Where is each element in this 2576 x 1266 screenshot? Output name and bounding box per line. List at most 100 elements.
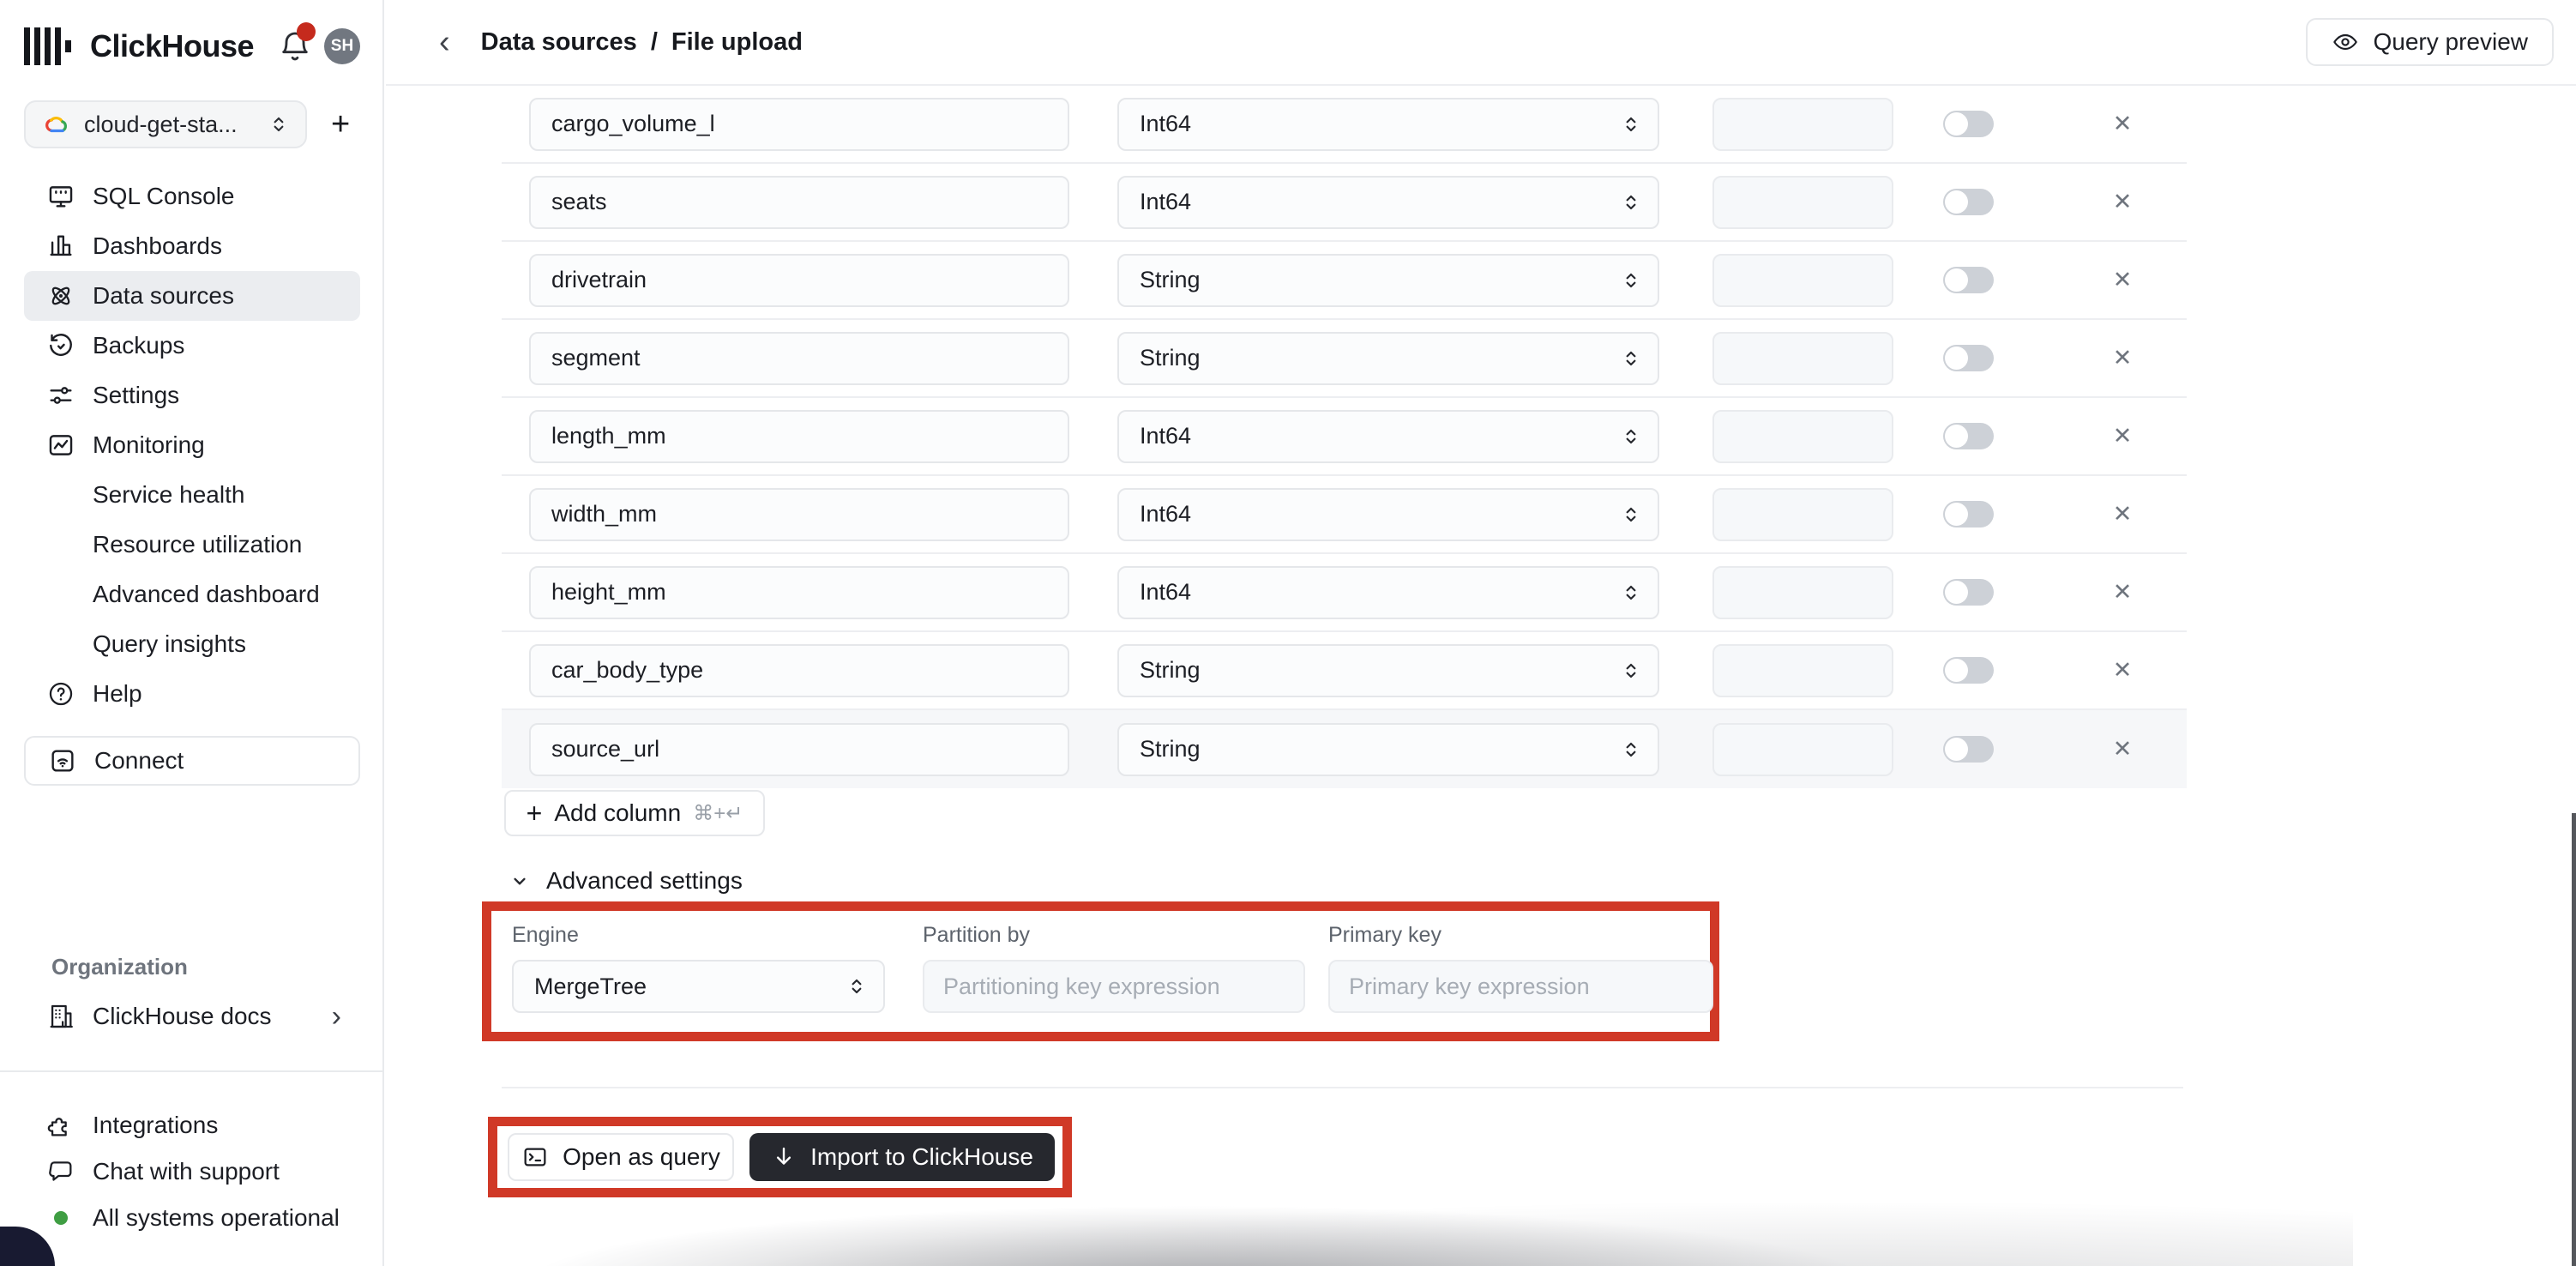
sql-console-icon (46, 182, 75, 211)
primary-key-field: Primary key (1328, 923, 1713, 1032)
notifications-button[interactable] (278, 27, 312, 65)
sidebar-item-system-status[interactable]: All systems operational (24, 1195, 360, 1241)
sidebar-item-resource-utilization[interactable]: Resource utilization (24, 520, 360, 570)
remove-column-button[interactable]: ✕ (2105, 189, 2140, 215)
remove-column-button[interactable]: ✕ (2105, 501, 2140, 528)
add-column-button[interactable]: + Add column ⌘+↵ (504, 790, 765, 836)
remove-column-button[interactable]: ✕ (2105, 423, 2140, 449)
column-name-input[interactable] (529, 644, 1069, 697)
toggle-knob (1945, 190, 1968, 214)
primary-key-label: Primary key (1328, 923, 1713, 948)
column-name-input[interactable] (529, 176, 1069, 229)
column-type-value: Int64 (1140, 579, 1620, 606)
section-divider (502, 1087, 2183, 1088)
sidebar-item-data-sources[interactable]: Data sources (24, 271, 360, 321)
column-type-select[interactable]: Int64 (1117, 566, 1659, 619)
avatar[interactable]: SH (324, 28, 360, 64)
table-row: Int64 ✕ (502, 398, 2187, 476)
nullable-toggle[interactable] (1943, 345, 1994, 371)
dashboards-icon (46, 232, 75, 261)
select-chevrons-icon (1620, 347, 1642, 370)
select-chevrons-icon (1620, 738, 1642, 761)
column-type-select[interactable]: Int64 (1117, 98, 1659, 151)
nullable-toggle[interactable] (1943, 189, 1994, 215)
sidebar-item-monitoring[interactable]: Monitoring (24, 420, 360, 470)
connect-button[interactable]: Connect (24, 736, 360, 786)
select-chevrons-icon (1620, 113, 1642, 136)
sidebar-item-dashboards[interactable]: Dashboards (24, 221, 360, 271)
default-value-input[interactable] (1712, 723, 1893, 776)
sidebar-item-advanced-dashboard[interactable]: Advanced dashboard (24, 570, 360, 619)
logo-text: ClickHouse (90, 28, 254, 64)
column-name-input[interactable] (529, 98, 1069, 151)
service-name: cloud-get-sta... (84, 112, 268, 138)
nullable-toggle[interactable] (1943, 267, 1994, 293)
default-value-input[interactable] (1712, 566, 1893, 619)
column-name-input[interactable] (529, 566, 1069, 619)
column-type-select[interactable]: String (1117, 332, 1659, 385)
nullable-toggle[interactable] (1943, 423, 1994, 449)
remove-column-button[interactable]: ✕ (2105, 111, 2140, 137)
toggle-knob (1945, 425, 1968, 448)
remove-column-button[interactable]: ✕ (2105, 267, 2140, 293)
select-chevrons-icon (1620, 191, 1642, 214)
column-type-select[interactable]: Int64 (1117, 176, 1659, 229)
nullable-toggle[interactable] (1943, 579, 1994, 606)
sidebar-item-help[interactable]: Help (24, 669, 360, 719)
column-type-select[interactable]: Int64 (1117, 410, 1659, 463)
column-name-input[interactable] (529, 723, 1069, 776)
sidebar-item-settings[interactable]: Settings (24, 371, 360, 420)
default-value-input[interactable] (1712, 254, 1893, 307)
remove-column-button[interactable]: ✕ (2105, 657, 2140, 684)
query-preview-button[interactable]: Query preview (2306, 18, 2554, 66)
column-type-select[interactable]: String (1117, 254, 1659, 307)
sidebar-item-sql-console[interactable]: SQL Console (24, 172, 360, 221)
default-value-input[interactable] (1712, 410, 1893, 463)
toggle-knob (1945, 659, 1968, 682)
column-name-input[interactable] (529, 410, 1069, 463)
default-value-input[interactable] (1712, 98, 1893, 151)
column-type-select[interactable]: Int64 (1117, 488, 1659, 541)
sidebar-item-service-health[interactable]: Service health (24, 470, 360, 520)
data-sources-icon (46, 281, 75, 310)
column-name-input[interactable] (529, 254, 1069, 307)
column-type-select[interactable]: String (1117, 644, 1659, 697)
add-service-button[interactable]: + (331, 108, 350, 141)
service-selector[interactable]: cloud-get-sta... (24, 100, 307, 148)
monitoring-chart-icon (46, 431, 75, 460)
remove-column-button[interactable]: ✕ (2105, 736, 2140, 763)
sidebar-item-query-insights[interactable]: Query insights (24, 619, 360, 669)
column-name-input[interactable] (529, 488, 1069, 541)
sidebar-item-clickhouse-docs[interactable]: ClickHouse docs › (24, 993, 360, 1040)
toggle-knob (1945, 581, 1968, 604)
sidebar-item-integrations[interactable]: Integrations (24, 1102, 360, 1148)
back-button[interactable]: ‹ (439, 26, 450, 58)
remove-column-button[interactable]: ✕ (2105, 345, 2140, 371)
breadcrumb-data-sources[interactable]: Data sources (481, 28, 637, 57)
nullable-toggle[interactable] (1943, 111, 1994, 137)
default-value-input[interactable] (1712, 488, 1893, 541)
sidebar-item-label: Query insights (93, 630, 246, 658)
open-as-query-button[interactable]: Open as query (508, 1133, 734, 1181)
sidebar-item-backups[interactable]: Backups (24, 321, 360, 371)
default-value-input[interactable] (1712, 644, 1893, 697)
nullable-toggle[interactable] (1943, 736, 1994, 763)
default-value-input[interactable] (1712, 176, 1893, 229)
scrollbar[interactable] (2572, 813, 2576, 1266)
engine-select[interactable]: MergeTree (512, 960, 885, 1013)
primary-key-input[interactable] (1328, 960, 1713, 1013)
nullable-toggle[interactable] (1943, 657, 1994, 684)
sidebar-item-chat-support[interactable]: Chat with support (24, 1148, 360, 1195)
nullable-toggle[interactable] (1943, 501, 1994, 528)
advanced-settings-toggle[interactable]: Advanced settings (509, 867, 2576, 895)
partition-field: Partition by (923, 923, 1305, 1032)
select-chevrons-icon (1620, 503, 1642, 526)
partition-key-input[interactable] (923, 960, 1305, 1013)
column-type-select[interactable]: String (1117, 723, 1659, 776)
import-to-clickhouse-button[interactable]: Import to ClickHouse (749, 1133, 1055, 1181)
column-type-value: String (1140, 345, 1620, 371)
remove-column-button[interactable]: ✕ (2105, 579, 2140, 606)
column-name-input[interactable] (529, 332, 1069, 385)
backups-history-icon (46, 331, 75, 360)
default-value-input[interactable] (1712, 332, 1893, 385)
